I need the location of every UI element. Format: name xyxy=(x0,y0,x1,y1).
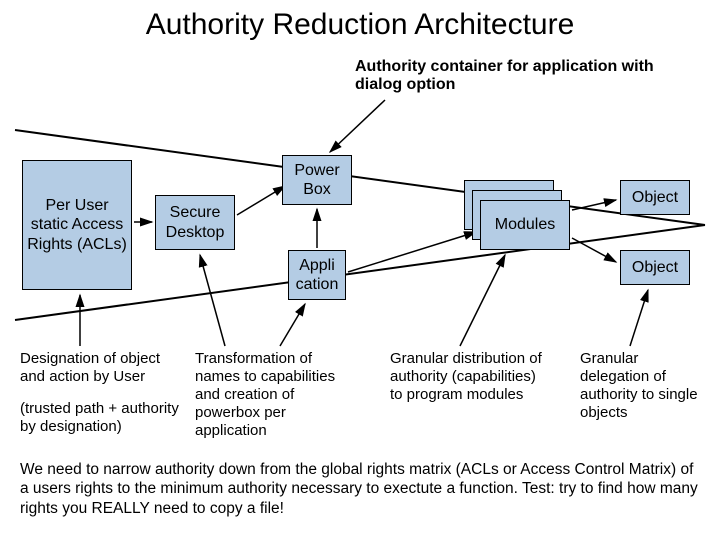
caption-transformation: Transformation of names to capabilities … xyxy=(195,350,355,440)
caption-designation-sub: (trusted path + authority by designation… xyxy=(20,400,180,436)
box-object-1: Object xyxy=(620,180,690,215)
caption-distribution: Granular distribution of authority (capa… xyxy=(390,350,545,404)
caption-delegation: Granular delegation of authority to sing… xyxy=(580,350,710,422)
box-modules: Modules xyxy=(480,200,570,250)
slide-title: Authority Reduction Architecture xyxy=(0,8,720,42)
footer-text: We need to narrow authority down from th… xyxy=(20,460,700,518)
box-object-2: Object xyxy=(620,250,690,285)
caption-designation: Designation of object and action by User xyxy=(20,350,180,386)
box-power-box: Power Box xyxy=(282,155,352,205)
box-application: Appli cation xyxy=(288,250,346,300)
box-secure-desktop: Secure Desktop xyxy=(155,195,235,250)
box-acl: Per User static Access Rights (ACLs) xyxy=(22,160,132,290)
subtitle: Authority container for application with… xyxy=(355,58,685,94)
